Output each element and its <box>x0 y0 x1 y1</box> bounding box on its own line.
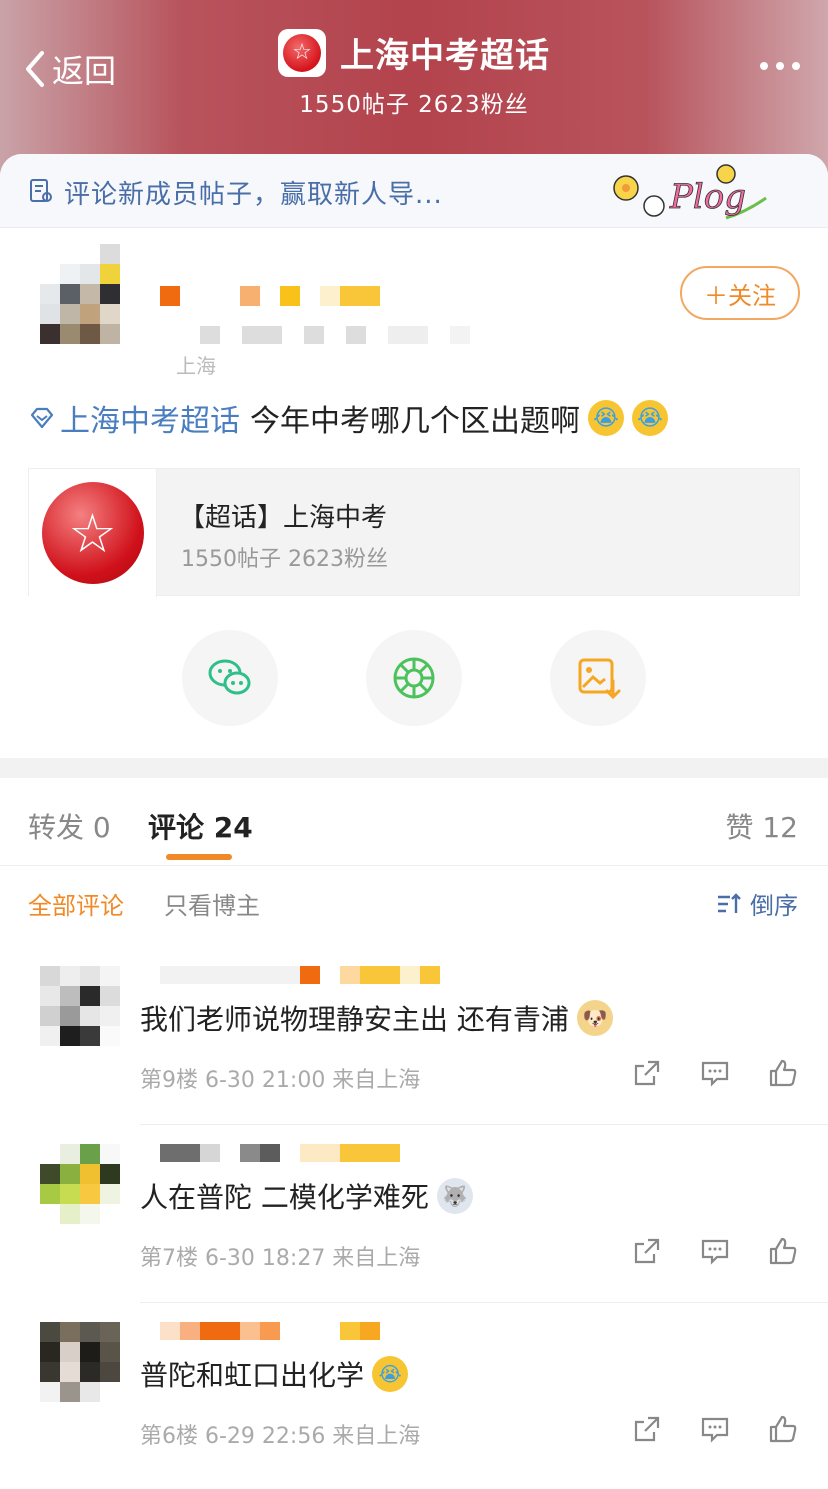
comment-item: 普陀和虹口出化学 😭 第6楼 6-29 22:56 来自上海 <box>0 1322 828 1489</box>
save-image-icon <box>578 658 621 700</box>
comment-divider <box>140 1124 828 1125</box>
topic-card-stats: 1550帖子 2623粉丝 <box>181 547 388 572</box>
post-content: 上海中考超话 今年中考哪几个区出题啊 😭 😭 <box>28 396 668 440</box>
commenter-name[interactable] <box>160 966 460 986</box>
cry-emoji-icon: 😭 <box>588 400 624 436</box>
like-icon[interactable] <box>768 1058 798 1088</box>
share-icon[interactable] <box>632 1414 662 1444</box>
comment-actions <box>632 1414 798 1444</box>
wechat-icon <box>208 659 251 695</box>
filter-host-only[interactable]: 只看博主 <box>164 886 260 921</box>
svg-text:Plog: Plog <box>669 177 746 217</box>
commenter-name[interactable] <box>160 1322 460 1342</box>
cry-emoji-icon: 😭 <box>632 400 668 436</box>
reply-icon[interactable] <box>700 1058 730 1088</box>
reply-icon[interactable] <box>700 1236 730 1266</box>
post-text: 今年中考哪几个区出题啊 <box>250 404 580 439</box>
diamond-icon <box>30 407 54 429</box>
post-sheet: 评论新成员帖子，赢取新人导... Plog 上海 ＋关注 上海中考超话 今年中考… <box>0 154 828 1489</box>
comment-meta: 第9楼 6-30 21:00 来自上海 <box>140 1068 421 1093</box>
document-icon <box>30 179 52 202</box>
comment-item: 我们老师说物理静安主出 还有青浦 🐶 第9楼 6-30 21:00 来自上海 <box>0 966 828 1143</box>
doge-emoji-icon: 🐶 <box>576 1000 613 1036</box>
title-block: ☆ 上海中考超话 1550帖子 2623粉丝 <box>0 28 828 119</box>
comment-filters: 全部评论 只看博主 倒序 <box>0 866 828 952</box>
topic-link-label: 上海中考超话 <box>60 404 240 439</box>
author-name[interactable] <box>160 286 380 306</box>
comment-divider <box>140 1302 828 1303</box>
comment-actions <box>632 1058 798 1088</box>
share-icon[interactable] <box>632 1058 662 1088</box>
comment-text: 普陀和虹口出化学 😭 <box>140 1354 409 1394</box>
comment-body: 普陀和虹口出化学 <box>140 1359 365 1392</box>
comment-body: 人在普陀 二模化学难死 <box>140 1181 429 1214</box>
active-tab-indicator <box>166 854 232 860</box>
post-tabs: 转发 0 评论 24 赞 12 <box>0 778 828 866</box>
section-gap <box>0 758 828 778</box>
save-image-button[interactable] <box>550 630 646 726</box>
author-location: 上海 <box>176 354 216 378</box>
comment-body: 我们老师说物理静安主出 还有青浦 <box>140 1003 569 1036</box>
comment-meta: 第7楼 6-30 18:27 来自上海 <box>140 1246 421 1271</box>
comment-item: 人在普陀 二模化学难死 🐺 第7楼 6-30 18:27 来自上海 <box>0 1144 828 1321</box>
topic-logo-icon: ☆ <box>278 28 326 77</box>
author-avatar[interactable] <box>40 244 120 344</box>
comment-actions <box>632 1236 798 1266</box>
tab-reposts[interactable]: 转发 0 <box>28 806 111 846</box>
commenter-avatar[interactable] <box>40 966 120 1046</box>
commenter-name[interactable] <box>160 1144 460 1164</box>
commenter-avatar[interactable] <box>40 1322 120 1402</box>
follow-button[interactable]: ＋关注 <box>680 266 800 320</box>
author-meta <box>200 326 492 346</box>
comment-meta: 第6楼 6-29 22:56 来自上海 <box>140 1424 421 1449</box>
share-moments-button[interactable] <box>366 630 462 726</box>
comment-text: 我们老师说物理静安主出 还有青浦 🐶 <box>140 998 613 1038</box>
page-subtitle: 1550帖子 2623粉丝 <box>299 92 529 118</box>
filter-all-comments[interactable]: 全部评论 <box>28 886 124 921</box>
sort-button[interactable]: 倒序 <box>716 886 798 921</box>
share-wechat-button[interactable] <box>182 630 278 726</box>
comment-text: 人在普陀 二模化学难死 🐺 <box>140 1176 473 1216</box>
husky-emoji-icon: 🐺 <box>436 1178 473 1214</box>
sort-icon <box>718 892 741 913</box>
topic-card-logo-icon: ☆ <box>29 469 157 597</box>
moments-icon <box>393 657 435 699</box>
new-member-banner[interactable]: 评论新成员帖子，赢取新人导... Plog <box>0 154 828 228</box>
topic-link[interactable]: 上海中考超话 <box>28 396 240 440</box>
sort-label: 倒序 <box>750 892 798 920</box>
topic-card[interactable]: ☆ 【超话】上海中考 1550帖子 2623粉丝 <box>28 468 800 597</box>
tab-comments[interactable]: 评论 24 <box>148 806 253 846</box>
like-icon[interactable] <box>768 1414 798 1444</box>
banner-text: 评论新成员帖子，赢取新人导... <box>64 180 443 210</box>
page-title: 上海中考超话 <box>340 36 550 76</box>
share-icon[interactable] <box>632 1236 662 1266</box>
plog-sticker-icon: Plog <box>613 164 767 220</box>
reply-icon[interactable] <box>700 1414 730 1444</box>
commenter-avatar[interactable] <box>40 1144 120 1224</box>
tab-likes[interactable]: 赞 12 <box>725 806 798 846</box>
like-icon[interactable] <box>768 1236 798 1266</box>
cry-emoji-icon: 😭 <box>372 1356 409 1392</box>
more-options-icon[interactable] <box>760 62 800 70</box>
topic-card-title: 【超话】上海中考 <box>179 503 388 533</box>
